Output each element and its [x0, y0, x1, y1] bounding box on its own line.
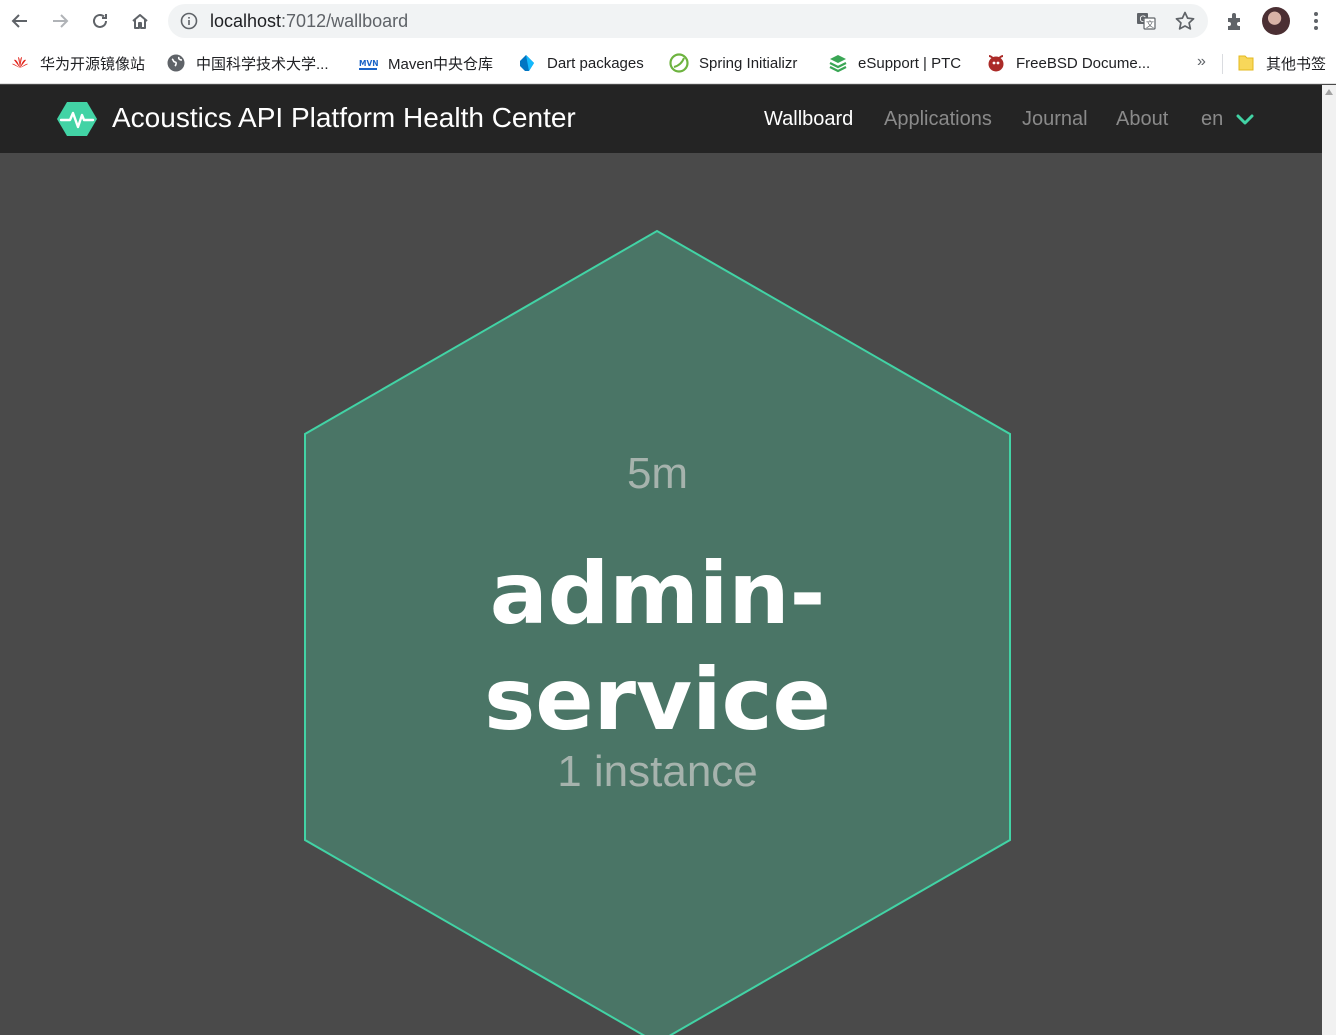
reload-icon: [93, 13, 107, 28]
info-icon[interactable]: [180, 12, 198, 30]
nav-journal[interactable]: Journal: [1022, 108, 1088, 131]
spring-icon: [669, 53, 689, 73]
translate-icon[interactable]: G文: [1136, 11, 1156, 31]
folder-icon: [1236, 53, 1256, 73]
huawei-icon: [10, 53, 30, 73]
tile-app-name-line2: service: [484, 650, 831, 750]
bookmark-label: eSupport | PTC: [858, 54, 962, 72]
bookmark-label: Maven中央仓库: [388, 55, 494, 73]
bookmarks-overflow-button[interactable]: »: [1197, 53, 1206, 71]
url-host: localhost: [210, 11, 282, 31]
back-button[interactable]: [8, 9, 32, 33]
address-bar[interactable]: localhost:7012/wallboard G文: [168, 4, 1208, 38]
arrow-right-icon: [53, 14, 69, 28]
reload-button[interactable]: [88, 9, 112, 33]
other-bookmarks-folder[interactable]: 其他书签: [1236, 52, 1326, 74]
chevron-down-icon[interactable]: [1236, 113, 1254, 127]
svg-text:MVN: MVN: [359, 59, 378, 68]
maven-icon: MVN: [358, 53, 378, 73]
url-text: localhost:7012/wallboard: [210, 11, 408, 32]
pulse-logo-icon[interactable]: [56, 98, 98, 140]
svg-text:文: 文: [1146, 19, 1154, 29]
browser-toolbar: localhost:7012/wallboard G文: [0, 0, 1336, 42]
bookmarks-divider: [1222, 54, 1223, 74]
wallboard: 5m admin- service 1 instance: [0, 153, 1322, 1035]
language-selector[interactable]: en: [1201, 108, 1223, 131]
ptc-icon: [828, 53, 848, 73]
bookmark-label: Dart packages: [547, 54, 644, 72]
extensions-icon[interactable]: [1224, 10, 1246, 32]
globe-icon: [166, 53, 186, 73]
bookmark-label: 其他书签: [1266, 55, 1327, 73]
bookmark-freebsd[interactable]: FreeBSD Docume...: [986, 52, 1150, 74]
nav-applications[interactable]: Applications: [884, 108, 992, 131]
bookmark-label: FreeBSD Docume...: [1016, 54, 1151, 72]
nav-about[interactable]: About: [1116, 108, 1168, 131]
profile-avatar[interactable]: [1262, 7, 1290, 35]
bookmark-label: Spring Initializr: [699, 54, 798, 72]
dart-icon: [517, 53, 537, 73]
bookmark-ptc[interactable]: eSupport | PTC: [828, 52, 961, 74]
page-scrollbar[interactable]: [1322, 85, 1336, 1035]
url-path: :7012/wallboard: [281, 11, 409, 31]
bookmark-ustc[interactable]: 中国科学技术大学...: [166, 52, 329, 74]
bookmark-huawei[interactable]: 华为开源镜像站: [10, 52, 145, 74]
tile-uptime: 5m: [626, 449, 689, 498]
freebsd-icon: [986, 53, 1006, 73]
home-button[interactable]: [128, 9, 152, 33]
bookmark-maven[interactable]: MVN Maven中央仓库: [358, 52, 493, 74]
scroll-up-arrow-icon[interactable]: [1325, 89, 1333, 95]
app-navbar: Acoustics API Platform Health Center Wal…: [0, 85, 1322, 153]
home-icon: [132, 14, 148, 29]
bookmarks-bar: 华为开源镜像站 中国科学技术大学... MVN Maven中央仓库 Dart p…: [0, 42, 1336, 84]
tile-app-name[interactable]: admin- service: [305, 541, 1010, 753]
tile-instances: 1 instance: [557, 747, 758, 796]
forward-button[interactable]: [48, 9, 72, 33]
bookmark-label: 华为开源镜像站: [40, 55, 146, 73]
bookmark-label: 中国科学技术大学...: [196, 55, 329, 73]
bookmark-spring[interactable]: Spring Initializr: [669, 52, 797, 74]
app-title[interactable]: Acoustics API Platform Health Center: [112, 102, 576, 134]
bookmark-dart[interactable]: Dart packages: [517, 52, 644, 74]
tile-app-name-line1: admin-: [489, 544, 826, 644]
bookmark-star-icon[interactable]: [1174, 10, 1196, 32]
arrow-left-icon: [11, 14, 27, 28]
kebab-menu-icon[interactable]: [1306, 9, 1326, 33]
nav-wallboard[interactable]: Wallboard: [764, 108, 853, 131]
